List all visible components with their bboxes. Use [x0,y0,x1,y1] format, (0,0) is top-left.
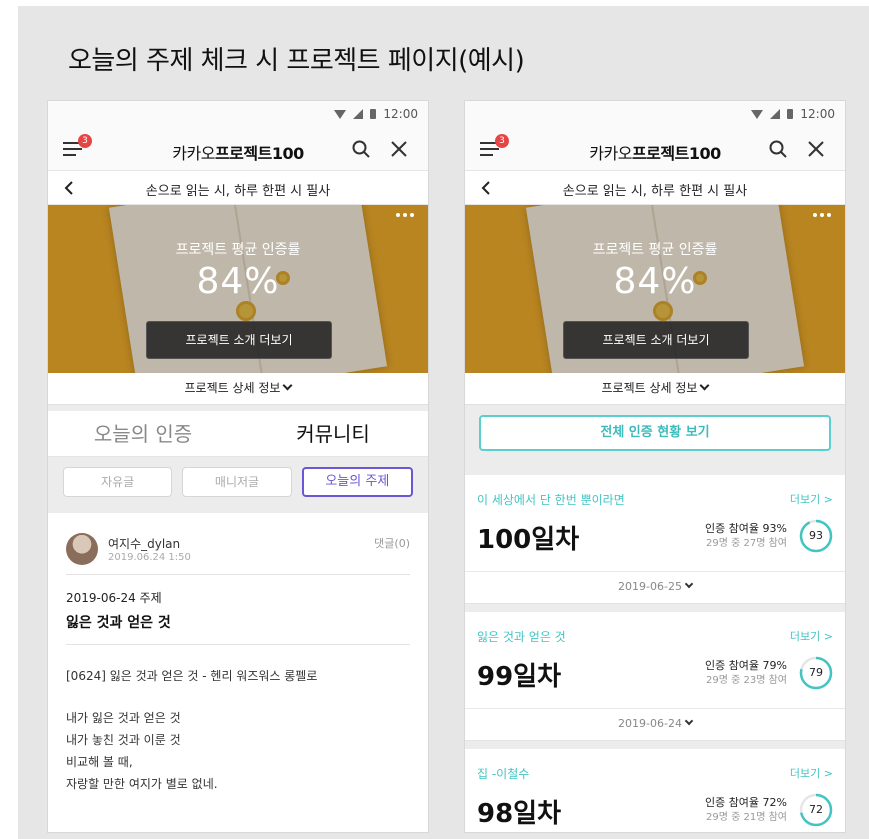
tab-bar: 오늘의 인증 커뮤니티 [48,411,428,457]
chevron-down-icon [684,579,694,589]
filter-manager-post[interactable]: 매니저글 [182,467,292,497]
tab-today-certification[interactable]: 오늘의 인증 [48,411,238,456]
project-header: 손으로 읽는 시, 하루 한편 시 필사 [48,171,428,205]
app-bar: 3 카카오프로젝트100 [48,127,428,171]
phone-screen-community: 12:00 3 카카오프로젝트100 손으로 읽는 시, 하루 한편 시 필사 … [47,100,429,833]
post-author[interactable]: 여지수_dylan [108,535,180,552]
participation-ring-value: 72 [809,803,823,816]
card-participant-count: 29명 중 27명 참여 [706,538,787,549]
card-date-toggle[interactable]: 2019-06-24 [465,708,845,740]
post-date: 2019.06.24 1:50 [108,552,191,563]
poem-line: 비교해 볼 때, [66,755,133,769]
slide-background: 오늘의 주제 체크 시 프로젝트 페이지(예시) 12:00 3 카카오프로젝트… [18,6,869,839]
card-more-link[interactable]: 더보기 > [790,491,833,507]
signal-icon [353,109,364,119]
topic-block: 2019-06-24 주제 잃은 것과 얻은 것 [66,575,410,645]
signal-icon [770,109,781,119]
battery-icon [787,109,794,119]
status-bar: 12:00 [48,101,428,127]
status-bar: 12:00 [465,101,845,127]
app-title: 카카오프로젝트100 [465,140,845,164]
project-hero-banner: 프로젝트 평균 인증률 84% 프로젝트 소개 더보기 [48,205,428,373]
app-title-prefix: 카카오 [172,144,215,163]
day-card[interactable]: 잃은 것과 얻은 것 더보기 > 99일차 인증 참여율 79% 29명 중 2… [465,612,845,741]
average-rate-label: 프로젝트 평균 인증률 [592,242,718,258]
poem-line: 내가 잃은 것과 얻은 것 [66,711,181,725]
average-rate-value: 84% [613,261,697,302]
card-day: 100일차 [477,525,580,555]
card-date: 2019-06-24 [618,717,682,730]
card-participant-count: 29명 중 21명 참여 [706,812,787,823]
card-topic: 집 -이철수 [477,767,530,781]
app-bar: 3 카카오프로젝트100 [465,127,845,171]
project-detail-toggle[interactable]: 프로젝트 상세 정보 [465,373,845,405]
post-card[interactable]: 여지수_dylan 2019.06.24 1:50 댓글(0) 2019-06-… [48,513,428,795]
participation-ring-value: 79 [809,666,823,679]
chevron-down-icon [684,716,694,726]
project-name: 손으로 읽는 시, 하루 한편 시 필사 [145,184,331,199]
comment-count[interactable]: 댓글(0) [374,535,410,551]
day-card-list: 이 세상에서 단 한번 뿐이라면 더보기 > 100일차 인증 참여율 93% … [465,475,845,832]
card-topic: 잃은 것과 얻은 것 [477,630,566,644]
card-date-toggle[interactable]: 2019-06-25 [465,571,845,603]
project-hero-banner: 프로젝트 평균 인증률 84% 프로젝트 소개 더보기 [465,205,845,373]
filter-free-post[interactable]: 자유글 [63,467,173,497]
project-intro-button[interactable]: 프로젝트 소개 더보기 [146,321,332,359]
status-time: 12:00 [383,107,418,121]
project-name: 손으로 읽는 시, 하루 한편 시 필사 [562,184,748,199]
card-topic: 이 세상에서 단 한번 뿐이라면 [477,493,625,507]
card-date: 2019-06-25 [618,580,682,593]
participation-ring-value: 93 [809,529,823,542]
page-title: 오늘의 주제 체크 시 프로젝트 페이지(예시) [68,46,525,76]
project-intro-button[interactable]: 프로젝트 소개 더보기 [563,321,749,359]
poem-line: 자랑할 만한 여지가 별로 없네. [66,777,218,791]
project-detail-label: 프로젝트 상세 정보 [601,381,698,395]
chevron-down-icon [283,380,293,391]
search-icon[interactable] [352,140,370,158]
chevron-down-icon [700,380,710,391]
card-day: 99일차 [477,662,562,692]
average-rate-value: 84% [196,261,280,302]
card-more-link[interactable]: 더보기 > [790,628,833,644]
close-icon[interactable] [807,140,825,158]
app-title-main: 프로젝트100 [631,144,721,163]
wifi-icon [334,109,347,119]
app-title-prefix: 카카오 [589,144,632,163]
topic-date: 2019-06-24 주제 [66,591,162,605]
card-more-link[interactable]: 더보기 > [790,765,833,781]
card-day: 98일차 [477,799,562,829]
post-body: [0624] 잃은 것과 얻은 것 - 헨리 워즈워스 롱펠로 내가 잃은 것과… [66,645,410,795]
view-all-certification-button[interactable]: 전체 인증 현황 보기 [479,415,831,451]
day-card[interactable]: 이 세상에서 단 한번 뿐이라면 더보기 > 100일차 인증 참여율 93% … [465,475,845,604]
status-time: 12:00 [800,107,835,121]
poem-heading: [0624] 잃은 것과 얻은 것 - 헨리 워즈워스 롱펠로 [66,669,318,683]
project-detail-toggle[interactable]: 프로젝트 상세 정보 [48,373,428,405]
project-header: 손으로 읽는 시, 하루 한편 시 필사 [465,171,845,205]
avatar[interactable] [66,533,98,565]
category-filter: 자유글 매니저글 오늘의 주제 [48,457,428,513]
wifi-icon [751,109,764,119]
topic-title: 잃은 것과 얻은 것 [66,615,171,631]
tab-community[interactable]: 커뮤니티 [238,411,428,456]
average-rate-label: 프로젝트 평균 인증률 [175,242,301,258]
more-options-icon[interactable] [396,213,414,217]
post-header: 여지수_dylan 2019.06.24 1:50 댓글(0) [66,513,410,575]
app-title-main: 프로젝트100 [214,144,304,163]
battery-icon [370,109,377,119]
day-card[interactable]: 집 -이철수 더보기 > 98일차 인증 참여율 72% 29명 중 21명 참… [465,749,845,832]
poem-line: 내가 놓친 것과 이룬 것 [66,733,181,747]
close-icon[interactable] [390,140,408,158]
app-title: 카카오프로젝트100 [48,140,428,164]
filter-today-topic[interactable]: 오늘의 주제 [301,467,413,497]
card-participant-count: 29명 중 23명 참여 [706,675,787,686]
phone-screen-overview: 12:00 3 카카오프로젝트100 손으로 읽는 시, 하루 한편 시 필사 … [464,100,846,833]
project-detail-label: 프로젝트 상세 정보 [184,381,281,395]
search-icon[interactable] [769,140,787,158]
overview-section: 전체 인증 현황 보기 [465,405,845,475]
more-options-icon[interactable] [813,213,831,217]
